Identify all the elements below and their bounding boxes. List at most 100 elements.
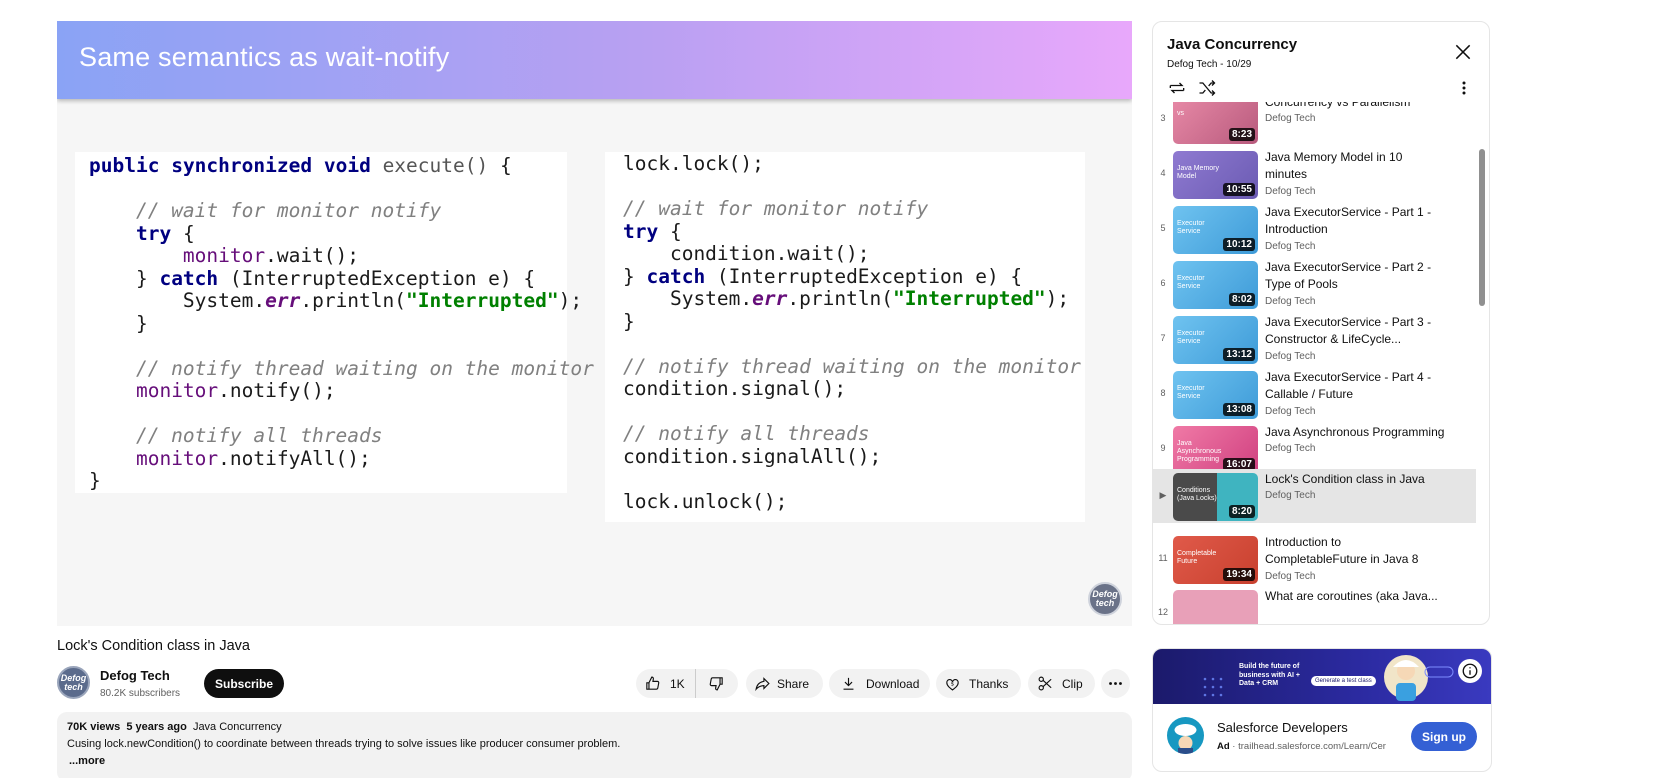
playlist-item-channel: Defog Tech [1265,443,1316,454]
code-block-wait-notify: public synchronized void execute() { // … [75,152,594,493]
thumbs-down-icon [709,677,723,691]
like-button[interactable]: 1K [636,669,696,698]
playlist-item[interactable]: 12What are coroutines (aka Java...Defog … [1153,586,1476,624]
video-thumbnail[interactable]: Conditions (Java Locks) 8:20 [1173,473,1258,521]
code-line: monitor.notify(); [135,379,336,402]
thumbnail-label: vs [1177,110,1184,117]
video-duration: 8:02 [1228,293,1255,306]
playlist-item-title[interactable]: Concurrency vs Parallelism [1265,102,1445,111]
thanks-icon: $ [946,679,959,691]
video-thumbnail[interactable]: Executor Service 13:08 [1173,371,1258,419]
video-thumbnail[interactable]: Executor Service 8:02 [1173,261,1258,309]
subscribe-button[interactable]: Subscribe [204,669,284,698]
video-thumbnail[interactable]: Java Asynchronous Programming 16:07 [1173,426,1258,474]
playlist-item-index: 6 [1160,278,1166,288]
playlist-panel: Java Concurrency Defog Tech - 10/29 3 vs 8… [1152,21,1490,625]
playlist-item[interactable]: 5 Executor Service 10:12 Java ExecutorServi… [1153,202,1476,261]
playlist-item-title[interactable]: Java ExecutorService - Part 3 - Construc… [1265,314,1445,347]
code-line: // notify all threads [89,424,383,447]
description-meta: 70K views 5 years ago Java Concurrency [67,721,1122,733]
ad-url: trailhead.salesforce.com/Learn/Cer [1238,741,1386,752]
more-actions-button[interactable] [1101,669,1130,698]
description-text: Cusing lock.newCondition() to coordinate… [67,738,621,750]
playlist-item-title[interactable]: Java ExecutorService - Part 2 - Type of … [1265,259,1445,292]
playlist-item-title[interactable]: Java Asynchronous Programming [1265,424,1445,441]
description-more-link[interactable]: ...more [67,755,1122,767]
playlist-item[interactable]: ▶ Conditions (Java Locks) 8:20 Lock's Condi… [1153,469,1476,523]
video-thumbnail[interactable]: Completable Future 19:34 [1173,536,1258,584]
close-icon[interactable] [1453,42,1473,62]
ad-label-url: Ad · trailhead.salesforce.com/Learn/Cer [1217,741,1386,752]
share-button[interactable]: Share [746,669,823,698]
more-vertical-icon[interactable] [1456,78,1472,98]
avatar[interactable]: Defog tech [57,666,90,699]
video-duration: 8:20 [1228,505,1255,518]
video-duration: 13:12 [1223,348,1255,361]
playlist-item-index: 12 [1157,607,1168,617]
playlist-item[interactable]: 3 vs 8:23 Concurrency vs Parallelism Defog T… [1153,102,1476,151]
code-line: condition.signal(); [623,377,847,400]
ad-badge: Ad [1217,741,1230,752]
description-tag[interactable]: Java Concurrency [193,721,282,733]
video-duration: 19:34 [1223,568,1255,581]
code-line: System.err.println("Interrupted"); [623,287,1070,310]
video-thumbnail[interactable]: Java Memory Model 10:55 [1173,151,1258,199]
shuffle-icon[interactable] [1197,78,1217,98]
playlist-item[interactable]: 8 Executor Service 13:08 Java ExecutorServi… [1153,367,1476,426]
code-line: // notify all threads [623,422,870,445]
more-horizontal-icon [1109,682,1122,685]
description-box[interactable]: 70K views 5 years ago Java Concurrency C… [57,712,1132,778]
playlist-title[interactable]: Java Concurrency [1167,36,1297,53]
video-thumbnail[interactable]: Executor Service 13:12 [1173,316,1258,364]
dislike-button[interactable] [696,669,737,698]
ad-info-button[interactable] [1458,659,1482,683]
playlist-item-channel: Defog Tech [1265,241,1316,252]
ad-card[interactable]: Build the future of business with AI + D… [1152,648,1492,772]
loop-icon[interactable] [1167,78,1187,98]
playlist-item-title[interactable]: Lock's Condition class in Java [1265,471,1445,488]
playlist-item-index: 9 [1160,443,1166,453]
download-button[interactable]: Download [829,669,930,698]
playlist-item[interactable]: 4 Java Memory Model 10:55 Java Memory Model… [1153,147,1476,206]
sign-up-button[interactable]: Sign up [1411,722,1477,751]
video-player[interactable]: Same semantics as wait-notify public syn… [57,21,1132,626]
ad-banner-button[interactable]: Generate a test class [1311,676,1376,686]
playlist-item[interactable]: 11 Completable Future 19:34 Introduction to… [1153,532,1476,591]
advertiser-name[interactable]: Salesforce Developers [1217,720,1348,735]
download-icon [843,677,854,690]
advertiser-logo[interactable] [1167,717,1204,754]
video-thumbnail[interactable]: Executor Service 10:12 [1173,206,1258,254]
thanks-button[interactable]: $ Thanks [936,669,1021,698]
video-thumbnail[interactable] [1173,590,1258,624]
code-block-condition: lock.lock(); // wait for monitor notify t… [605,152,1085,522]
channel-name[interactable]: Defog Tech [100,668,170,683]
playlist-item-title[interactable]: What are coroutines (aka Java... [1265,588,1445,605]
code-line: lock.unlock(); [623,489,788,513]
share-label: Share [777,676,810,691]
code-line: condition.signalAll(); [623,444,882,468]
playlist-item-title[interactable]: Java ExecutorService - Part 1 - Introduc… [1265,204,1445,237]
like-count: 1K [670,676,685,691]
ad-banner[interactable]: Build the future of business with AI + D… [1153,649,1491,704]
playlist-item-channel: Defog Tech [1265,406,1316,417]
playlist-item-channel: Defog Tech [1265,571,1316,582]
code-line: monitor.wait(); [182,244,360,267]
playlist-item-title[interactable]: Java Memory Model in 10 minutes [1265,149,1445,182]
code-line: } catch (InterruptedException e) { [89,266,536,290]
clip-label: Clip [1062,676,1083,691]
playlist-item[interactable]: 7 Executor Service 13:12 Java ExecutorServi… [1153,312,1476,371]
playlist-item-title[interactable]: Introduction to CompletableFuture in Jav… [1265,534,1445,567]
code-line: condition.wait(); [623,242,870,265]
code-line: // wait for monitor notify [89,199,442,222]
video-thumbnail[interactable]: vs 8:23 [1173,102,1258,144]
svg-text:$: $ [951,682,955,688]
thumbnail-label: Executor Service [1177,220,1205,235]
playlist-item[interactable]: 6 Executor Service 8:02 Java ExecutorServic… [1153,257,1476,316]
playlist-scrollbar[interactable] [1479,149,1485,306]
channel-watermark[interactable]: Defog tech [1088,582,1122,616]
playlist-item-title[interactable]: Java ExecutorService - Part 4 - Callable… [1265,369,1445,402]
clip-button[interactable]: Clip [1028,669,1095,698]
